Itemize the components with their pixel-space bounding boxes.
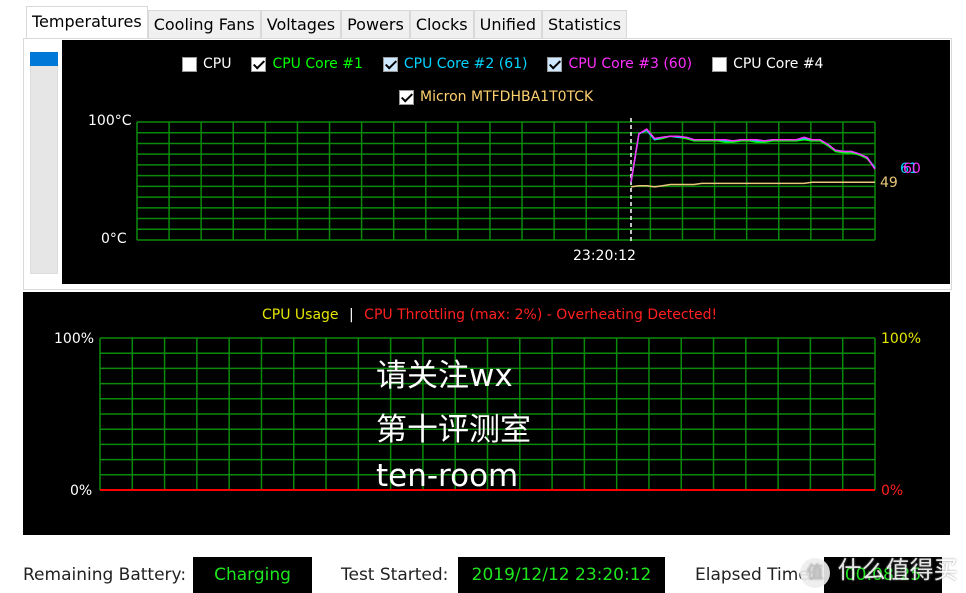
series-line-cpu-core-1 xyxy=(630,129,876,183)
checkbox-icon[interactable] xyxy=(712,56,728,72)
series-line-cpu-core-3 xyxy=(630,128,876,183)
checkbox-checked-icon[interactable] xyxy=(251,56,267,72)
tab-voltages[interactable]: Voltages xyxy=(260,10,342,39)
legend-item[interactable]: CPU Core #1 xyxy=(251,56,363,72)
legend-cpu-throttling: CPU Throttling (max: 2%) - Overheating D… xyxy=(364,307,718,323)
legend-item[interactable]: Micron MTFDHBA1T0TCK xyxy=(399,89,593,105)
legend-separator: | xyxy=(349,307,354,323)
tab-temperatures[interactable]: Temperatures xyxy=(26,6,148,40)
usage-y-min-left: 0% xyxy=(70,483,93,499)
battery-value: Charging xyxy=(193,557,312,593)
legend-item[interactable]: CPU xyxy=(182,56,231,72)
battery-label: Remaining Battery: xyxy=(23,565,187,585)
legend-item[interactable]: CPU Core #2 (61) xyxy=(382,56,528,72)
sensor-scrollbar[interactable] xyxy=(30,52,58,274)
watermark-line-1: 请关注wx xyxy=(376,358,513,394)
y-min-label: 0°C xyxy=(101,231,127,247)
temperature-legend-row2: Micron MTFDHBA1T0TCK xyxy=(399,89,593,105)
temperature-legend: CPU CPU Core #1 CPU Core #2 (61) CPU Core #… xyxy=(182,56,823,72)
legend-label: CPU xyxy=(203,56,232,72)
tab-bar: Temperatures Cooling Fans Voltages Powers Cl… xyxy=(26,6,628,40)
checkbox-checked-icon[interactable] xyxy=(547,56,563,72)
legend-label: Micron MTFDHBA1T0TCK xyxy=(420,89,594,105)
checkbox-icon[interactable] xyxy=(182,56,197,72)
legend-item[interactable]: CPU Core #3 (60) xyxy=(547,56,692,72)
time-marker-label: 23:20:12 xyxy=(573,248,636,264)
legend-cpu-usage: CPU Usage xyxy=(262,307,339,323)
watermark-line-2: 第十评测室 xyxy=(376,412,531,448)
series-line-cpu-core-2 xyxy=(630,129,876,183)
tab-powers[interactable]: Powers xyxy=(341,10,410,39)
tab-cooling-fans[interactable]: Cooling Fans xyxy=(147,10,261,39)
usage-legend: CPU Usage | CPU Throttling (max: 2%) - O… xyxy=(262,307,717,323)
legend-label: CPU Core #4 xyxy=(733,56,824,72)
usage-y-max-right: 100% xyxy=(881,331,922,347)
end-label-core3: 60 xyxy=(903,161,921,177)
scrollbar-thumb[interactable] xyxy=(30,52,58,66)
y-max-label: 100°C xyxy=(88,113,132,129)
test-started-value: 2019/12/12 23:20:12 xyxy=(458,557,665,593)
test-started-label: Test Started: xyxy=(341,565,449,585)
temperature-plot xyxy=(136,118,876,244)
watermark-line-3: ten-room xyxy=(376,458,519,494)
tab-clocks[interactable]: Clocks xyxy=(409,10,474,39)
legend-label: CPU Core #1 xyxy=(272,56,363,72)
logo-icon: 值 xyxy=(800,558,830,588)
legend-label: CPU Core #3 (60) xyxy=(568,56,693,72)
temperature-chart xyxy=(62,40,950,284)
legend-item[interactable]: CPU Core #4 xyxy=(712,56,823,72)
site-logo-watermark: 值 什么值得买 xyxy=(800,550,958,588)
elapsed-time-label: Elapsed Time: xyxy=(695,565,815,585)
checkbox-checked-icon[interactable] xyxy=(399,89,414,105)
end-label-micron: 49 xyxy=(880,175,898,191)
tab-unified[interactable]: Unified xyxy=(473,10,542,39)
usage-y-max-left: 100% xyxy=(54,331,95,347)
checkbox-checked-icon[interactable] xyxy=(382,56,398,72)
usage-y-min-right: 0% xyxy=(881,483,904,499)
legend-label: CPU Core #2 (61) xyxy=(403,56,528,72)
tab-statistics[interactable]: Statistics xyxy=(542,10,628,39)
